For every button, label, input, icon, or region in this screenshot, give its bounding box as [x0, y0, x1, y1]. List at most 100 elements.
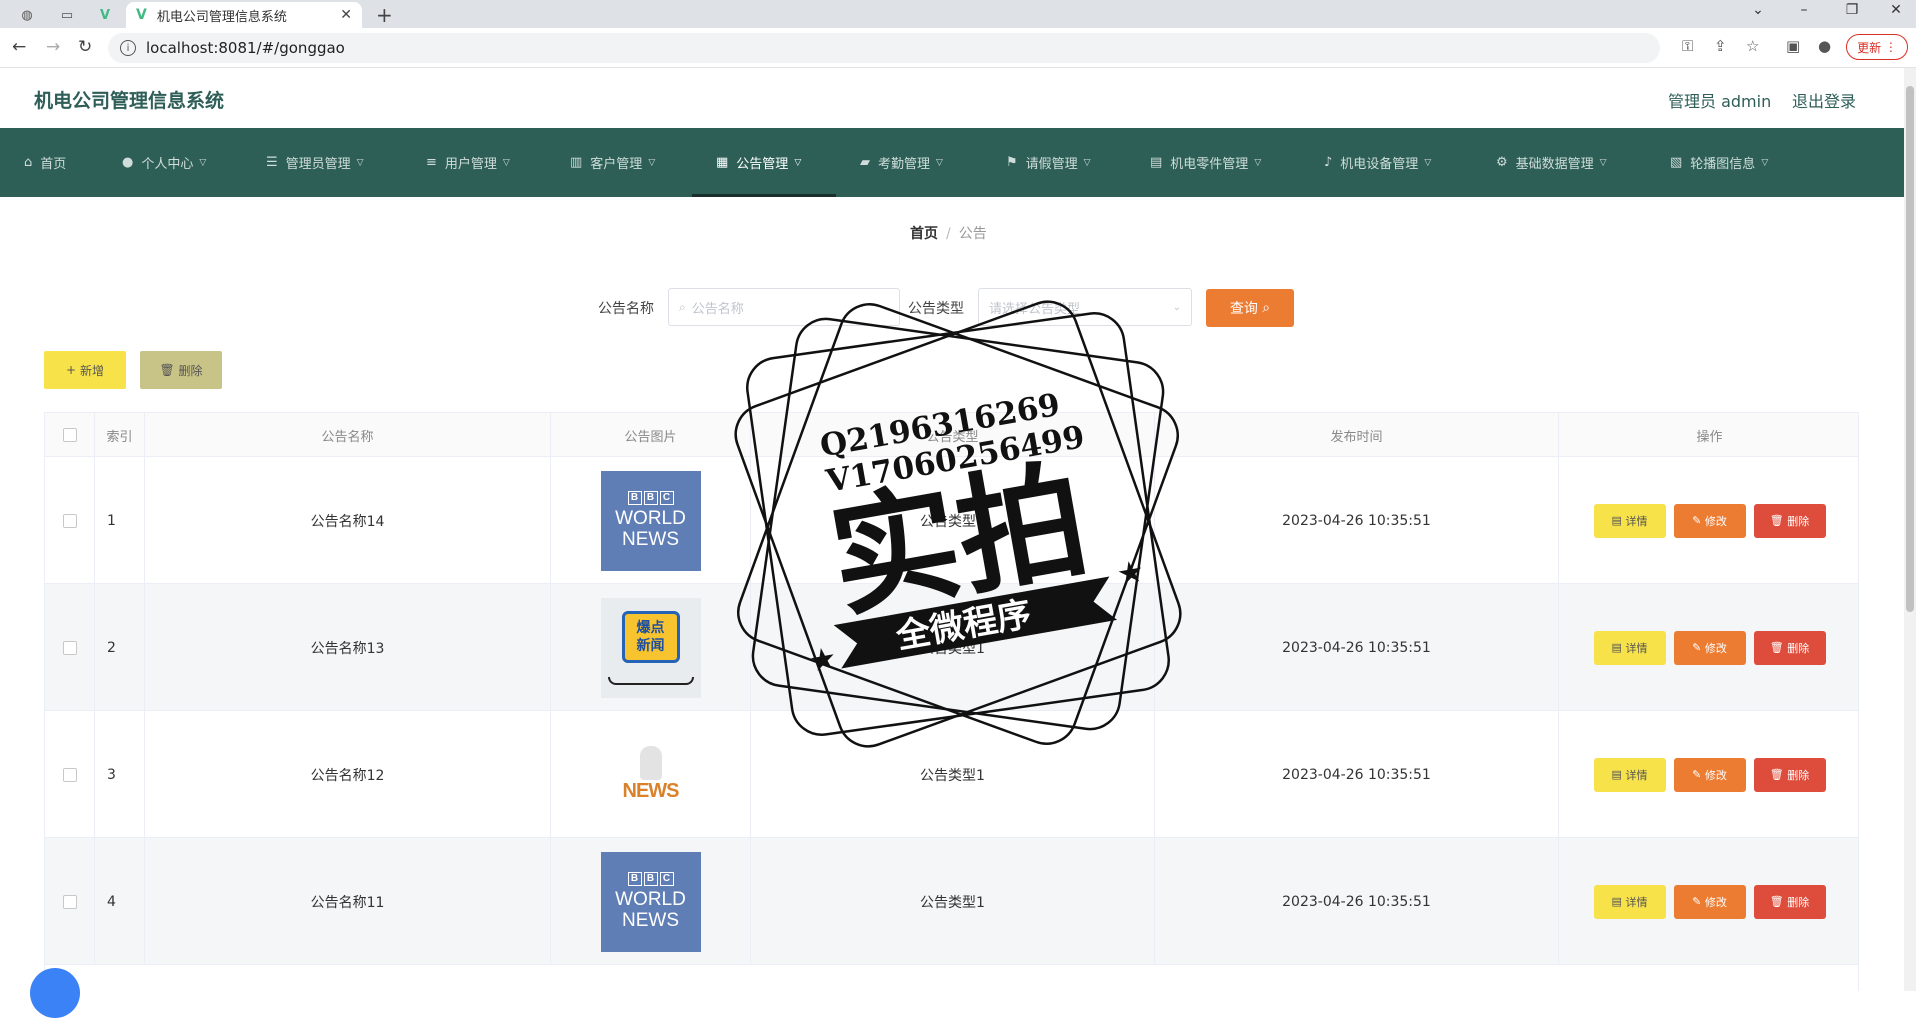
notice-type-select[interactable]: 请选择公告类型 ⌄ [978, 288, 1192, 326]
row-select-cell [45, 711, 95, 838]
nav-item-profile[interactable]: ● 个人中心 ▽ [122, 128, 206, 197]
delete-button[interactable]: 🗑 删除 [1753, 884, 1826, 919]
col-name: 公告名称 [145, 413, 551, 457]
globe-icon[interactable]: ◍ [14, 4, 40, 26]
select-all-cell [45, 413, 95, 457]
row-actions: ▤ 详情 ✎ 修改 🗑 删除 [1559, 457, 1858, 584]
nav-item-carousel[interactable]: ▧ 轮播图信息 ▽ [1670, 128, 1768, 197]
trash-icon: 🗑 [1769, 768, 1784, 781]
nav-item-home[interactable]: ⌂ 首页 [24, 128, 66, 197]
row-checkbox[interactable] [62, 513, 77, 528]
trash-icon: 🗑 [1769, 514, 1784, 527]
add-button[interactable]: + 新增 [44, 351, 126, 389]
key-icon[interactable]: ⚿ [1682, 37, 1693, 55]
nav-item-notices[interactable]: ▦ 公告管理 ▽ [716, 128, 801, 197]
tab-search-icon[interactable]: ⌄ [1738, 2, 1778, 18]
plus-icon: + [66, 363, 77, 377]
detail-button[interactable]: ▤ 详情 [1593, 884, 1666, 919]
microphone-icon: ♪ [1324, 155, 1333, 170]
trash-icon: 🗑 [159, 363, 175, 377]
document-icon: ▤ [1611, 768, 1622, 781]
forward-icon[interactable]: → [46, 37, 60, 57]
row-checkbox[interactable] [62, 894, 77, 909]
new-tab-icon[interactable]: + [376, 3, 393, 27]
nav-item-attendance[interactable]: ▰ 考勤管理 ▽ [860, 128, 943, 197]
vue-logo-icon[interactable]: V [92, 4, 118, 26]
nav-item-base-data[interactable]: ⚙ 基础数据管理 ▽ [1496, 128, 1607, 197]
delete-button[interactable]: 🗑 删除 [1753, 503, 1826, 538]
logout-link[interactable]: 退出登录 [1792, 88, 1856, 112]
restore-icon[interactable]: ❐ [1832, 2, 1872, 18]
close-icon[interactable]: ✕ [340, 7, 352, 23]
chevron-down-icon: ▽ [1254, 157, 1262, 168]
admin-label: 管理员 admin [1668, 92, 1772, 111]
table-row: 3 公告名称12 NEWS 公告类型1 2023-04-26 10:35:51 ▤ 详情 ✎… [45, 711, 1858, 838]
trash-icon: 🗑 [1769, 641, 1784, 654]
nav-item-users[interactable]: ≡ 用户管理 ▽ [426, 128, 510, 197]
nav-item-customers[interactable]: ▥ 客户管理 ▽ [570, 128, 655, 197]
row-checkbox[interactable] [62, 640, 77, 655]
back-icon[interactable]: ← [12, 37, 26, 57]
table-row: 2 公告名称13 爆点 新闻 公告类型1 2023-04-26 10:35:51 ▤ 详情 ✎… [45, 584, 1858, 711]
close-window-icon[interactable]: ✕ [1876, 2, 1916, 18]
nav-active-indicator [692, 194, 836, 197]
query-button[interactable]: 查询 ⌕ [1206, 289, 1294, 327]
row-index: 4 [95, 838, 145, 965]
pencil-icon: ✎ [1692, 768, 1702, 781]
settings-icon: ⚙ [1496, 155, 1508, 170]
scrollbar-thumb[interactable] [1906, 86, 1914, 612]
delete-button[interactable]: 🗑 删除 [1753, 757, 1826, 792]
row-actions: ▤ 详情 ✎ 修改 🗑 删除 [1559, 711, 1858, 838]
sliders-icon: ☰ [266, 155, 278, 170]
delete-button[interactable]: 🗑 删除 [1753, 630, 1826, 665]
notice-name-label: 公告名称 [598, 301, 654, 317]
notice-image: B B C WORLD NEWS [600, 851, 701, 952]
star-icon[interactable]: ☆ [1746, 37, 1759, 55]
col-image: 公告图片 [551, 413, 751, 457]
nav-item-equipment[interactable]: ♪ 机电设备管理 ▽ [1324, 128, 1431, 197]
url-input[interactable]: i localhost:8081/#/gonggao [108, 33, 1660, 63]
chevron-down-icon: ▽ [1761, 157, 1769, 168]
vue-logo-icon: V [136, 7, 147, 23]
clock-widget[interactable] [30, 968, 80, 1018]
chevron-down-icon: ▽ [1599, 157, 1607, 168]
image-icon: ▧ [1670, 155, 1683, 170]
row-name: 公告名称13 [145, 584, 551, 711]
detail-button[interactable]: ▤ 详情 [1593, 757, 1666, 792]
notice-name-input[interactable]: ⌕ 公告名称 [668, 288, 900, 326]
user-icon: ● [122, 155, 134, 170]
breadcrumb-home[interactable]: 首页 [910, 226, 938, 242]
row-checkbox[interactable] [62, 767, 77, 782]
chevron-down-icon: ▽ [356, 157, 364, 168]
edit-button[interactable]: ✎ 修改 [1673, 757, 1746, 792]
row-image-cell: 爆点 新闻 [551, 584, 751, 711]
pencil-icon: ✎ [1692, 895, 1702, 908]
row-index: 2 [95, 584, 145, 711]
reload-icon[interactable]: ↻ [78, 37, 92, 57]
batch-delete-button[interactable]: 🗑 删除 [140, 351, 222, 389]
share-icon[interactable]: ⇪ [1714, 37, 1727, 55]
minimize-icon[interactable]: – [1784, 2, 1824, 18]
nav-item-leave[interactable]: ⚑ 请假管理 ▽ [1006, 128, 1091, 197]
building-icon: ▤ [1150, 155, 1163, 170]
blank-tab-icon[interactable]: ▭ [54, 4, 80, 26]
row-image-cell: B B C WORLD NEWS [551, 838, 751, 965]
update-button[interactable]: 更新 ⋮ [1846, 34, 1908, 60]
detail-button[interactable]: ▤ 详情 [1593, 503, 1666, 538]
trash-icon: 🗑 [1769, 895, 1784, 908]
nav-item-parts[interactable]: ▤ 机电零件管理 ▽ [1150, 128, 1261, 197]
edit-button[interactable]: ✎ 修改 [1673, 630, 1746, 665]
row-type: 公告类型1 [751, 838, 1155, 965]
sidepanel-icon[interactable]: ▣ [1786, 37, 1800, 55]
info-icon[interactable]: i [120, 40, 136, 56]
chevron-down-icon: ▽ [1424, 157, 1432, 168]
edit-button[interactable]: ✎ 修改 [1673, 503, 1746, 538]
chevron-down-icon: ▽ [936, 157, 943, 168]
row-name: 公告名称12 [145, 711, 551, 838]
select-all-checkbox[interactable] [62, 428, 77, 442]
detail-button[interactable]: ▤ 详情 [1593, 630, 1666, 665]
nav-item-admin[interactable]: ☰ 管理员管理 ▽ [266, 128, 364, 197]
edit-button[interactable]: ✎ 修改 [1673, 884, 1746, 919]
profile-icon[interactable]: ● [1818, 37, 1831, 55]
active-tab[interactable]: V 机电公司管理信息系统 ✕ [126, 2, 362, 28]
